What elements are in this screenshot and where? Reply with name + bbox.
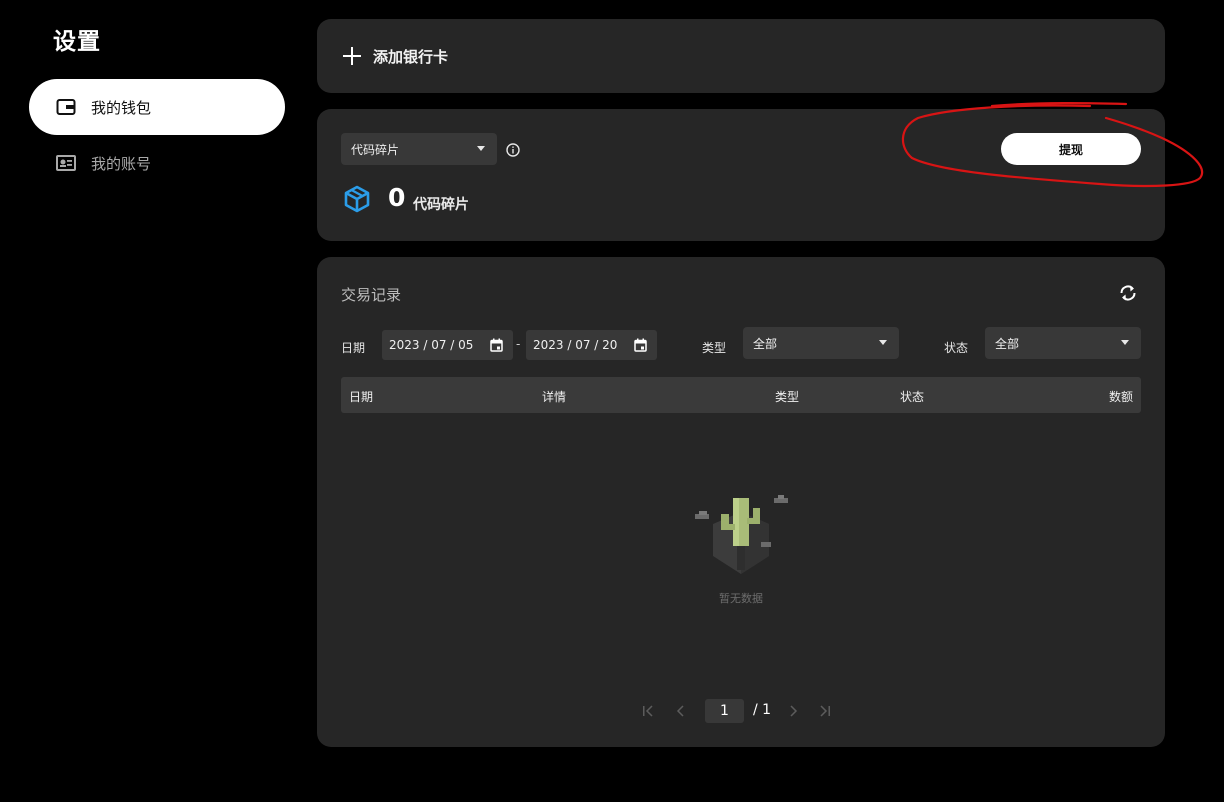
sidebar-item-label: 我的账号	[91, 154, 152, 173]
transactions-title: 交易记录	[341, 286, 402, 304]
page-number-input[interactable]: 1	[705, 699, 744, 723]
withdraw-button[interactable]: 提现	[1001, 133, 1141, 165]
date-from-value: 2023 / 07 / 05	[389, 338, 474, 352]
status-select[interactable]: 全部	[985, 327, 1141, 359]
date-to-value: 2023 / 07 / 20	[533, 338, 618, 352]
calendar-icon[interactable]	[634, 338, 647, 352]
type-select-value: 全部	[753, 336, 778, 351]
prev-page-icon[interactable]	[674, 703, 688, 717]
wallet-icon	[55, 96, 77, 118]
column-header-amount: 数额	[1108, 390, 1133, 404]
add-bank-card-button[interactable]: 添加银行卡	[317, 19, 1165, 93]
first-page-icon[interactable]	[641, 703, 655, 717]
calendar-icon[interactable]	[490, 338, 503, 352]
balance-unit: 代码碎片	[413, 197, 469, 213]
sidebar-item-account[interactable]: 我的账号	[29, 135, 285, 191]
date-filter-label: 日期	[341, 341, 366, 355]
page-total: / 1	[753, 702, 772, 718]
pagination: 1 / 1	[317, 698, 1165, 723]
empty-cactus-illustration	[693, 494, 793, 579]
last-page-icon[interactable]	[818, 703, 832, 717]
cube-icon	[343, 185, 371, 213]
id-card-icon	[55, 152, 77, 174]
date-to-input[interactable]: 2023 / 07 / 20	[526, 330, 657, 360]
balance-amount: 0	[388, 183, 406, 212]
page-title: 设置	[53, 29, 101, 55]
column-header-status: 状态	[900, 390, 925, 404]
plus-icon	[341, 45, 363, 67]
column-header-date: 日期	[349, 390, 374, 404]
currency-select-value: 代码碎片	[351, 142, 400, 157]
currency-select[interactable]: 代码碎片	[341, 133, 497, 165]
sidebar-item-label: 我的钱包	[91, 98, 152, 117]
wallet-card: 代码碎片 0 代码碎片 提现	[317, 109, 1165, 241]
add-bank-card-label: 添加银行卡	[373, 47, 449, 66]
chevron-down-icon	[1121, 340, 1129, 345]
info-icon[interactable]	[506, 142, 520, 157]
column-header-type: 类型	[775, 390, 800, 404]
type-select[interactable]: 全部	[743, 327, 899, 359]
chevron-down-icon	[477, 146, 485, 151]
sidebar-item-wallet[interactable]: 我的钱包	[29, 79, 285, 135]
table-header: 日期 详情 类型 状态 数额	[341, 377, 1141, 413]
status-select-value: 全部	[995, 336, 1020, 351]
status-filter-label: 状态	[944, 341, 969, 355]
date-from-input[interactable]: 2023 / 07 / 05	[382, 330, 513, 360]
type-filter-label: 类型	[702, 341, 727, 355]
next-page-icon[interactable]	[786, 703, 800, 717]
empty-state-text: 暂无数据	[719, 592, 763, 605]
transactions-card: 交易记录 日期 2023 / 07 / 05 - 2023 / 07 / 20 …	[317, 257, 1165, 747]
column-header-details: 详情	[542, 390, 567, 404]
date-range-separator: -	[516, 337, 521, 351]
chevron-down-icon	[879, 340, 887, 345]
refresh-icon[interactable]	[1117, 282, 1139, 304]
